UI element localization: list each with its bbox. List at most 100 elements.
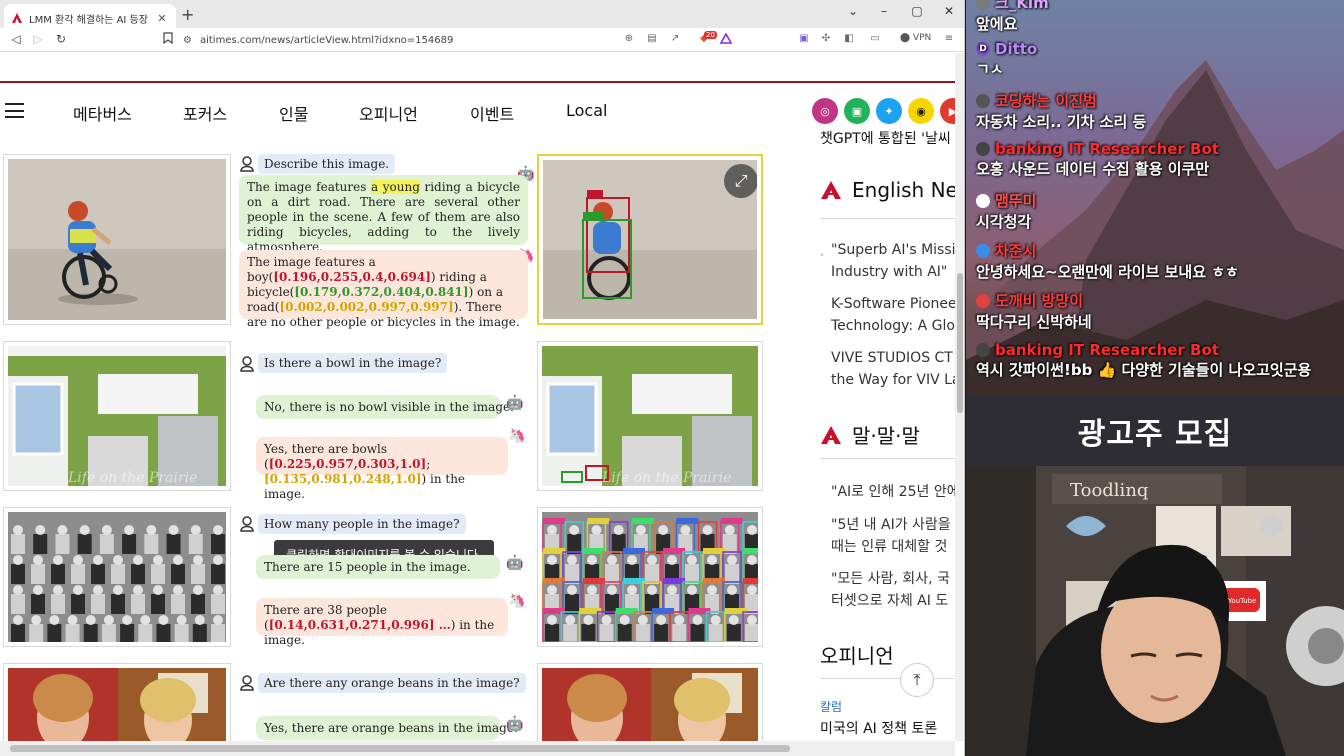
right-sidebar: 챗GPT에 통합된 '날씨 English News · "Superb AI'…: [800, 128, 955, 741]
menu-item-focus[interactable]: 포커스: [183, 101, 227, 125]
chat-author-name: 도깨비 방망이: [995, 292, 1084, 310]
minimize-icon[interactable]: –: [876, 4, 892, 18]
english-news-item-1[interactable]: "Superb AI's Missi Industry with AI": [831, 239, 955, 283]
vertical-scrollbar[interactable]: [955, 53, 964, 741]
instagram-icon[interactable]: ◎: [812, 98, 838, 124]
chat-author-name: banking IT Researcher Bot: [995, 341, 1219, 359]
aitimes-logo-icon: [821, 425, 841, 444]
menu-item-people[interactable]: 인물: [279, 101, 308, 125]
reload-icon[interactable]: ↻: [53, 32, 69, 46]
rewards-triangle-icon[interactable]: [719, 32, 733, 47]
menu-item-event[interactable]: 이벤트: [470, 101, 514, 125]
person-label-tag: [703, 578, 725, 584]
site-info-icon[interactable]: ⚙: [183, 35, 192, 46]
address-bar[interactable]: ⚙ aitimes.com/news/articleView.html?idxn…: [183, 31, 743, 49]
chat-author-name: 코딩하는 이진범: [995, 92, 1097, 110]
answer-orange-2: Yes, there are bowls ([0.225,0.957,0.303…: [256, 437, 508, 501]
input-image-cyclist[interactable]: [3, 154, 231, 325]
expand-icon[interactable]: ⤢: [724, 164, 757, 198]
bookmark-icon[interactable]: [160, 32, 176, 47]
input-image-kitchen[interactable]: Life on the Prairie: [3, 341, 231, 491]
question-1: Describe this image.: [258, 154, 396, 174]
person-label-tag: [583, 578, 605, 584]
chat-author-name: 차준시: [995, 242, 1037, 260]
new-tab-button[interactable]: +: [181, 7, 194, 23]
english-news-item-3[interactable]: VIVE STUDIOS CT the Way for VIV La: [831, 347, 955, 391]
other-model-icon: 🦄: [508, 593, 526, 609]
quote-line: "모든 사람, 회사, 국: [831, 571, 950, 587]
answer-green-1-part: The image features: [247, 180, 371, 194]
vpn-button[interactable]: ⬤ VPN: [900, 33, 931, 43]
news-line: Technology: A Glo: [831, 318, 955, 334]
address-toolbar: ◁ ▷ ↻ ⚙ aitimes.com/news/articleView.htm…: [0, 28, 964, 52]
menu-item-metaverse[interactable]: 메타버스: [73, 101, 132, 125]
share-icon[interactable]: ↗: [668, 33, 682, 44]
output-image-cyclist[interactable]: ⤢: [537, 154, 763, 325]
scroll-to-top-button[interactable]: ⤒: [900, 663, 934, 697]
question-4: Are there any orange beans in the image?: [258, 673, 526, 693]
horizontal-scrollbar[interactable]: [0, 741, 955, 756]
quote-line: 터셋으로 자체 AI 도: [831, 593, 949, 609]
input-image-class-photo[interactable]: [3, 507, 231, 647]
output-image-class-photo[interactable]: [537, 507, 763, 647]
person-label-tag: [703, 548, 725, 554]
tab-list-chevron-icon[interactable]: ⌄: [845, 4, 861, 18]
bbox-ellipsis: …: [434, 618, 451, 632]
tab-close-icon[interactable]: ✕: [155, 12, 169, 25]
maximize-icon[interactable]: ▢: [909, 4, 925, 18]
menu-item-opinion[interactable]: 오피니언: [359, 101, 418, 125]
chat-text: 시각청각: [976, 213, 1032, 231]
person-label-tag: [543, 548, 565, 554]
malmal-item-1[interactable]: "AI로 인해 25년 안에: [831, 481, 955, 503]
youtube-icon[interactable]: ▶: [940, 98, 955, 124]
avatar: [976, 93, 990, 108]
web-page: 메타버스 포커스 인물 오피니언 이벤트 Local ◎ ▣ ✦ ◉ ▶: [0, 53, 955, 741]
chat-text: 자동차 소리.. 기차 소리 등: [976, 113, 1147, 131]
avatar: [976, 293, 990, 308]
webcam-feed: Toodlinq YouTube: [966, 466, 1344, 756]
wallet-icon[interactable]: ▭: [868, 33, 882, 44]
user-icon: [240, 356, 254, 372]
person-label-tag: [543, 578, 565, 584]
user-icon: [240, 156, 254, 172]
chat-author: banking IT Researcher Bot: [976, 341, 1311, 359]
divider: [820, 458, 955, 459]
aitimes-logo-icon: [821, 181, 841, 199]
person-label-tag: [743, 578, 758, 584]
output-image-girls[interactable]: [537, 663, 763, 741]
scroll-thumb[interactable]: [957, 273, 963, 413]
malmal-item-3[interactable]: "모든 사람, 회사, 국터셋으로 자체 AI 도: [831, 568, 955, 612]
back-icon[interactable]: ◁: [8, 32, 24, 46]
extension-m-icon[interactable]: ▣: [797, 33, 811, 44]
kakao-icon[interactable]: ◉: [908, 98, 934, 124]
column-tag[interactable]: 칼럼: [820, 698, 842, 715]
menu-item-local[interactable]: Local: [566, 101, 607, 120]
english-news-item-2[interactable]: K-Software Pionee Technology: A Glo: [831, 293, 955, 337]
twitter-icon[interactable]: ✦: [876, 98, 902, 124]
forward-icon[interactable]: ▷: [30, 32, 46, 46]
malmal-item-2[interactable]: "5년 내 AI가 사람을 때는 인류 대체할 것: [831, 514, 955, 558]
browser-menu-icon[interactable]: ≡: [942, 33, 956, 44]
twitch-icon[interactable]: ▣: [844, 98, 870, 124]
partial-headline[interactable]: 챗GPT에 통합된 '날씨: [820, 128, 951, 148]
chat-author: 차준시: [976, 240, 1239, 261]
question-3: How many people in the image?: [258, 514, 466, 534]
url-text[interactable]: aitimes.com/news/articleView.html?idxno=…: [200, 35, 453, 46]
output-image-kitchen[interactable]: Life on the Prairie: [537, 341, 763, 491]
sidebar-toggle-icon[interactable]: ◧: [842, 33, 856, 44]
hamburger-menu-icon[interactable]: [5, 103, 24, 118]
reader-mode-icon[interactable]: ▤: [645, 33, 659, 44]
extensions-icon[interactable]: ✣: [819, 33, 833, 44]
close-window-icon[interactable]: ✕: [941, 4, 957, 18]
person-label-tag: [543, 518, 565, 524]
scroll-thumb[interactable]: [10, 745, 790, 752]
article-body: Describe this image. 🤖 The image feature…: [0, 149, 800, 741]
input-image-girls[interactable]: [3, 663, 231, 741]
avatar: [976, 343, 990, 357]
chat-message: banking IT Researcher Bot 오홍 사운드 데이터 수집 …: [976, 140, 1219, 179]
opinion-headline[interactable]: 미국의 AI 정책 토론: [820, 718, 937, 738]
zoom-icon[interactable]: ⊕: [622, 33, 636, 44]
watermark-text: Life on the Prairie: [601, 470, 731, 486]
chat-author: 크_Kim: [976, 0, 1049, 13]
chat-text: ㄱㅅ: [976, 60, 1004, 78]
